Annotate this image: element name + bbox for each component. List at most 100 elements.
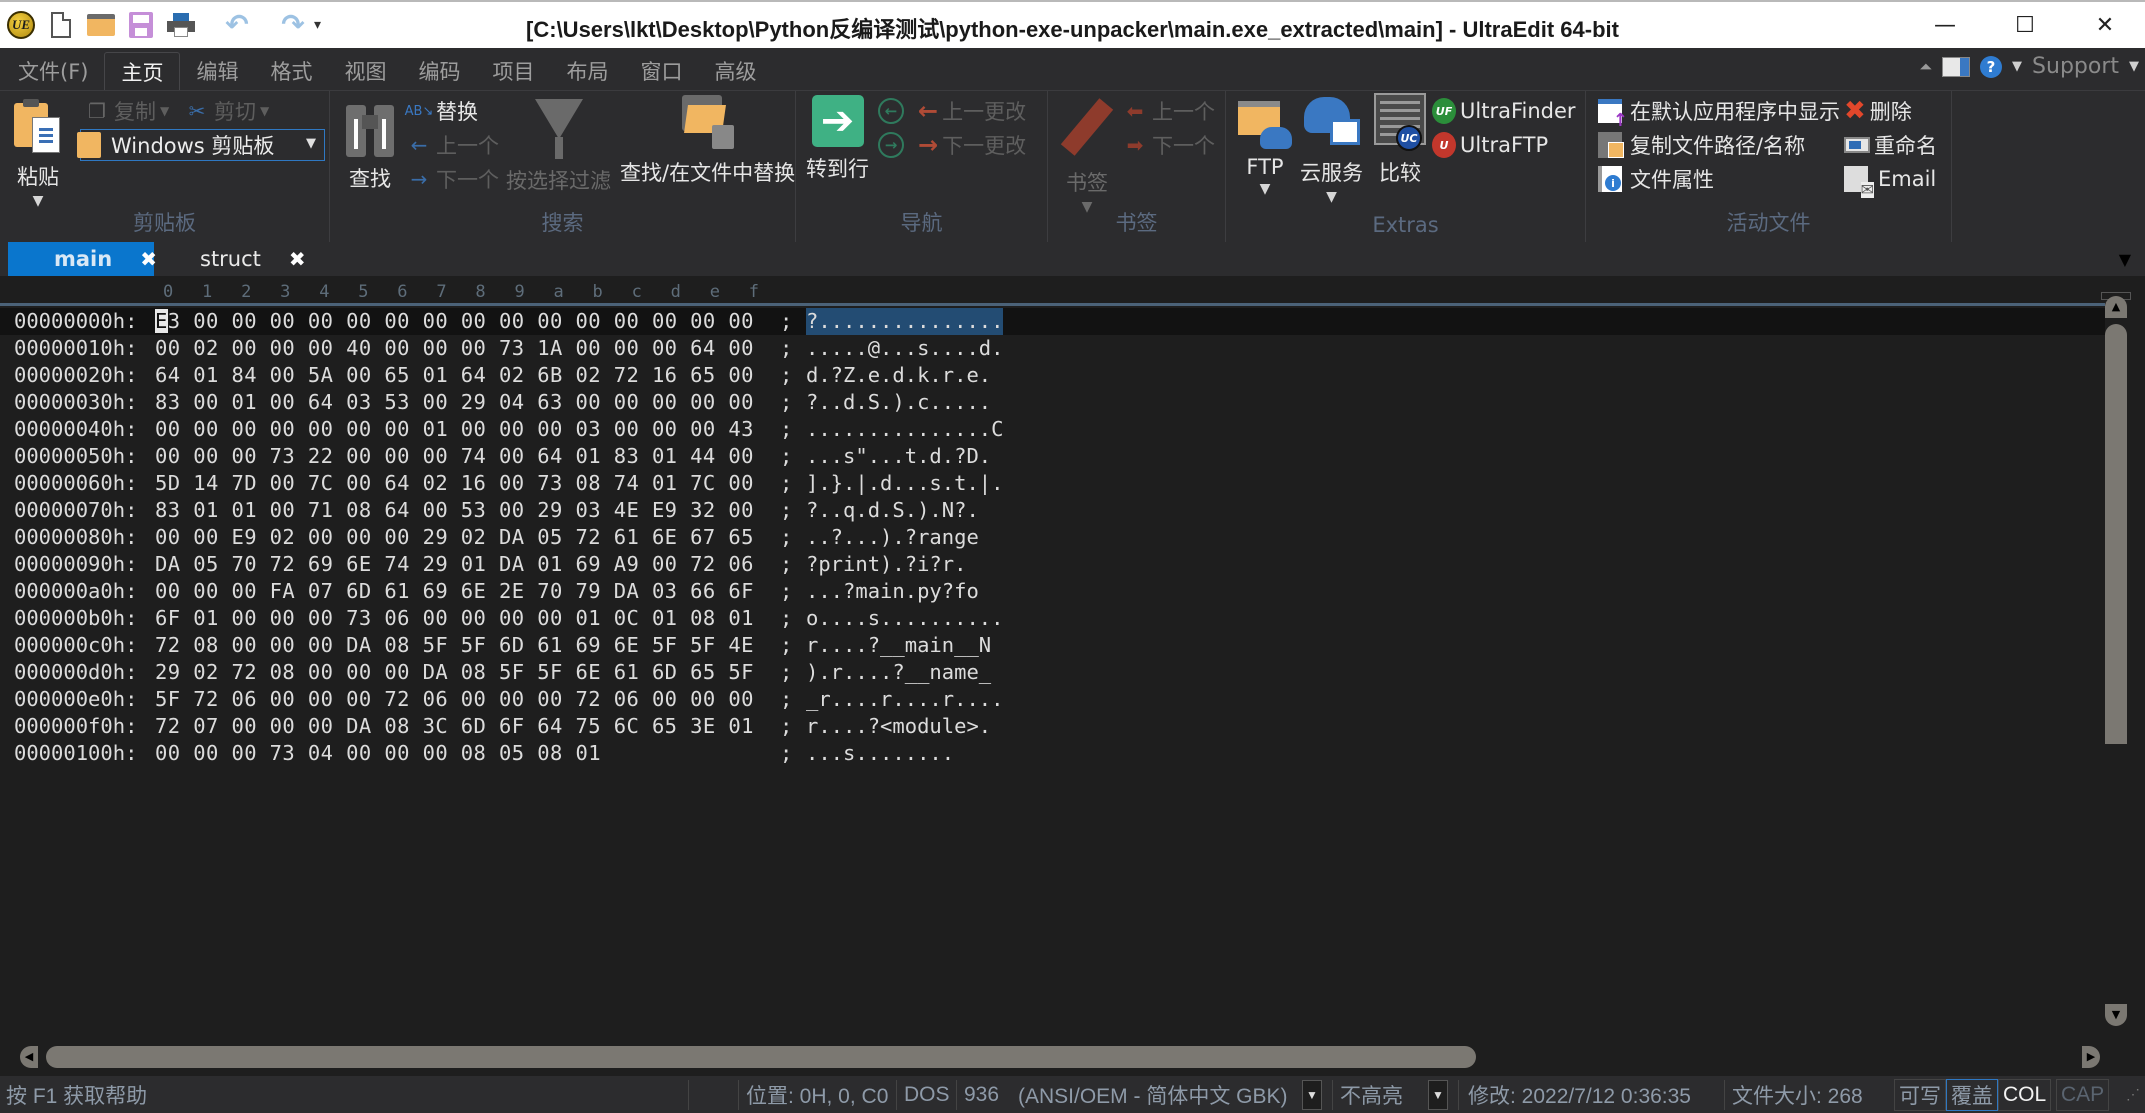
row-bytes[interactable]: 72 08 00 00 00 DA 08 5F 5F 6D 61 69 6E 5…: [155, 632, 754, 659]
row-ascii[interactable]: ...s........: [806, 740, 954, 767]
cut-dropdown-icon[interactable]: ▼: [260, 104, 269, 118]
scroll-left-arrow-icon[interactable]: ◀: [20, 1046, 38, 1068]
menu-edit[interactable]: 编辑: [180, 52, 254, 90]
status-highlight[interactable]: 不高亮: [1340, 1076, 1403, 1113]
row-bytes[interactable]: 00 00 00 73 22 00 00 00 74 00 64 01 83 0…: [155, 443, 754, 470]
collapse-ribbon-icon[interactable]: ⏶: [1919, 57, 1932, 77]
ultraftp-button[interactable]: U UltraFTP: [1432, 129, 1548, 161]
filter-button[interactable]: 按选择过滤: [506, 91, 611, 195]
copy-path-button[interactable]: 复制文件路径/名称: [1598, 129, 1805, 161]
copy-button[interactable]: ❐ 复制 ▼: [84, 95, 169, 127]
hex-row[interactable]: 000000f0h: 72 07 00 00 00 DA 08 3C 6D 6F …: [0, 713, 2105, 740]
status-position[interactable]: 位置: 0H, 0, C0: [746, 1076, 888, 1113]
menu-view[interactable]: 视图: [328, 52, 402, 90]
find-in-files-button[interactable]: 查找/在文件中替换: [620, 91, 795, 187]
hex-row[interactable]: 00000040h: 00 00 00 00 00 00 00 01 00 00 …: [0, 416, 2105, 443]
ascii-selection[interactable]: ?...............: [806, 308, 1004, 335]
hex-editor[interactable]: 0 1 2 3 4 5 6 7 8 9 a b c d e f 00000000h: E3 00 00 00 0…: [0, 276, 2145, 1034]
row-ascii[interactable]: ..?...).?range: [806, 524, 979, 551]
status-writable[interactable]: 可写: [1894, 1078, 1946, 1111]
hex-row[interactable]: 00000030h: 83 00 01 00 64 03 53 00 29 04 …: [0, 389, 2105, 416]
find-next-button[interactable]: → 下一个: [406, 163, 499, 195]
redo-icon[interactable]: ↷: [278, 10, 308, 40]
support-menu[interactable]: Support: [2032, 54, 2119, 79]
row-ascii[interactable]: o....s..........: [806, 605, 1003, 632]
rename-button[interactable]: 重命名: [1844, 129, 1937, 161]
hex-row[interactable]: 000000a0h: 00 00 00 FA 07 6D 61 69 6E 2E …: [0, 578, 2105, 605]
row-bytes[interactable]: 00 00 E9 02 00 00 00 29 02 DA 05 72 61 6…: [155, 524, 754, 551]
status-codepage[interactable]: 936: [964, 1076, 999, 1113]
row-bytes[interactable]: 5D 14 7D 00 7C 00 64 02 16 00 73 08 74 0…: [155, 470, 754, 497]
cloud-dropdown-icon[interactable]: ▼: [1326, 189, 1337, 205]
hex-row[interactable]: 00000070h: 83 01 01 00 71 08 64 00 53 00 …: [0, 497, 2105, 524]
file-properties-button[interactable]: 文件属性: [1598, 163, 1714, 195]
hex-row[interactable]: 00000000h: E3 00 00 00 00 00 00 00 00 00 …: [0, 308, 2105, 335]
scroll-up-arrow-icon[interactable]: ▲: [2105, 296, 2127, 318]
encoding-dropdown-icon[interactable]: ▼: [1302, 1079, 1322, 1110]
row-ascii[interactable]: ...?main.py?fo: [806, 578, 979, 605]
menu-window[interactable]: 窗口: [624, 52, 698, 90]
vertical-scroll-thumb[interactable]: [2105, 324, 2127, 744]
highlight-dropdown[interactable]: ▼: [1428, 1076, 1448, 1113]
row-bytes[interactable]: 72 07 00 00 00 DA 08 3C 6D 6F 64 75 6C 6…: [155, 713, 754, 740]
row-bytes[interactable]: 5F 72 06 00 00 00 72 06 00 00 00 72 06 0…: [155, 686, 754, 713]
tab-main[interactable]: main ✖: [8, 242, 157, 276]
app-logo-icon[interactable]: UE: [6, 10, 36, 40]
menu-file[interactable]: 文件(F): [2, 52, 104, 90]
row-bytes[interactable]: 00 00 00 FA 07 6D 61 69 6E 2E 70 79 DA 0…: [155, 578, 754, 605]
status-line-ending[interactable]: DOS: [904, 1076, 950, 1113]
save-icon[interactable]: [126, 10, 156, 40]
row-ascii[interactable]: ...............C: [806, 416, 1003, 443]
menu-project[interactable]: 项目: [476, 52, 550, 90]
row-bytes[interactable]: 00 02 00 00 00 40 00 00 00 73 1A 00 00 0…: [155, 335, 754, 362]
row-bytes[interactable]: 00 00 00 73 04 00 00 00 08 05 08 01: [155, 740, 754, 767]
row-ascii[interactable]: r....?__main__N: [806, 632, 991, 659]
clipboard-select[interactable]: Windows 剪贴板 ▼: [77, 129, 325, 161]
bookmark-button[interactable]: 书签 ▼: [1060, 91, 1114, 215]
print-icon[interactable]: [166, 10, 196, 40]
layout-icon[interactable]: [1942, 56, 1971, 77]
close-button[interactable]: ✕: [2065, 2, 2145, 48]
menu-coding[interactable]: 编码: [402, 52, 476, 90]
hex-row[interactable]: 000000c0h: 72 08 00 00 00 DA 08 5F 5F 6D …: [0, 632, 2105, 659]
help-icon[interactable]: ?: [1980, 55, 2003, 78]
delete-file-button[interactable]: ✖ 删除: [1844, 95, 1912, 127]
horizontal-scroll-thumb[interactable]: [46, 1046, 1476, 1068]
next-change-button[interactable]: → → 下一更改: [878, 129, 1026, 161]
goto-line-button[interactable]: ➔ 转到行: [806, 91, 869, 183]
hex-row[interactable]: 000000d0h: 29 02 72 08 00 00 00 DA 08 5F …: [0, 659, 2105, 686]
row-bytes[interactable]: 6F 01 00 00 00 73 06 00 00 00 00 01 0C 0…: [155, 605, 754, 632]
show-default-app-button[interactable]: 在默认应用程序中显示: [1598, 95, 1840, 131]
ftp-dropdown-icon[interactable]: ▼: [1260, 181, 1271, 197]
row-ascii[interactable]: ?..q.d.S.).N?.: [806, 497, 979, 524]
replace-button[interactable]: AB↘ 替换: [405, 95, 478, 127]
maximize-button[interactable]: ☐: [1985, 2, 2065, 48]
hex-row[interactable]: 00000080h: 00 00 E9 02 00 00 00 29 02 DA …: [0, 524, 2105, 551]
menu-home[interactable]: 主页: [104, 52, 181, 90]
ftp-button[interactable]: FTP ▼: [1238, 91, 1292, 197]
resize-grip-icon[interactable]: ⋰: [2126, 1076, 2140, 1113]
hex-row[interactable]: 00000100h: 00 00 00 73 04 00 00 00 08 05 …: [0, 740, 2105, 767]
cut-button[interactable]: ✂ 剪切 ▼: [184, 95, 270, 127]
scroll-right-arrow-icon[interactable]: ▶: [2082, 1046, 2100, 1068]
email-button[interactable]: Email: [1844, 163, 1936, 198]
paste-button[interactable]: 粘贴 ▼: [14, 91, 62, 209]
hex-row[interactable]: 00000090h: DA 05 70 72 69 6E 74 29 01 DA …: [0, 551, 2105, 578]
row-bytes[interactable]: 83 01 01 00 71 08 64 00 53 00 29 03 4E E…: [155, 497, 754, 524]
menu-layout[interactable]: 布局: [550, 52, 624, 90]
vertical-scrollbar[interactable]: ▲ ▼: [2105, 296, 2127, 1026]
row-ascii[interactable]: ?print).?i?r.: [806, 551, 966, 578]
row-ascii[interactable]: ].}.|.d...s.t.|.: [806, 470, 1003, 497]
support-dropdown-icon[interactable]: ▼: [2129, 59, 2139, 74]
row-bytes[interactable]: DA 05 70 72 69 6E 74 29 01 DA 01 69 A9 0…: [155, 551, 754, 578]
customize-qat-icon[interactable]: ▾: [314, 17, 321, 33]
ultrafinder-button[interactable]: UF UltraFinder: [1432, 95, 1576, 127]
row-bytes[interactable]: 64 01 84 00 5A 00 65 01 64 02 6B 02 72 1…: [155, 362, 754, 389]
next-bookmark-button[interactable]: ➡ 下一个: [1122, 129, 1215, 161]
tab-struct[interactable]: struct ✖: [154, 242, 314, 276]
row-ascii[interactable]: r....?<module>.: [806, 713, 991, 740]
hex-row[interactable]: 000000e0h: 5F 72 06 00 00 00 72 06 00 00 …: [0, 686, 2105, 713]
row-bytes[interactable]: 29 02 72 08 00 00 00 DA 08 5F 5F 6E 61 6…: [155, 659, 754, 686]
new-file-icon[interactable]: [46, 10, 76, 40]
hex-row[interactable]: 00000050h: 00 00 00 73 22 00 00 00 74 00 …: [0, 443, 2105, 470]
